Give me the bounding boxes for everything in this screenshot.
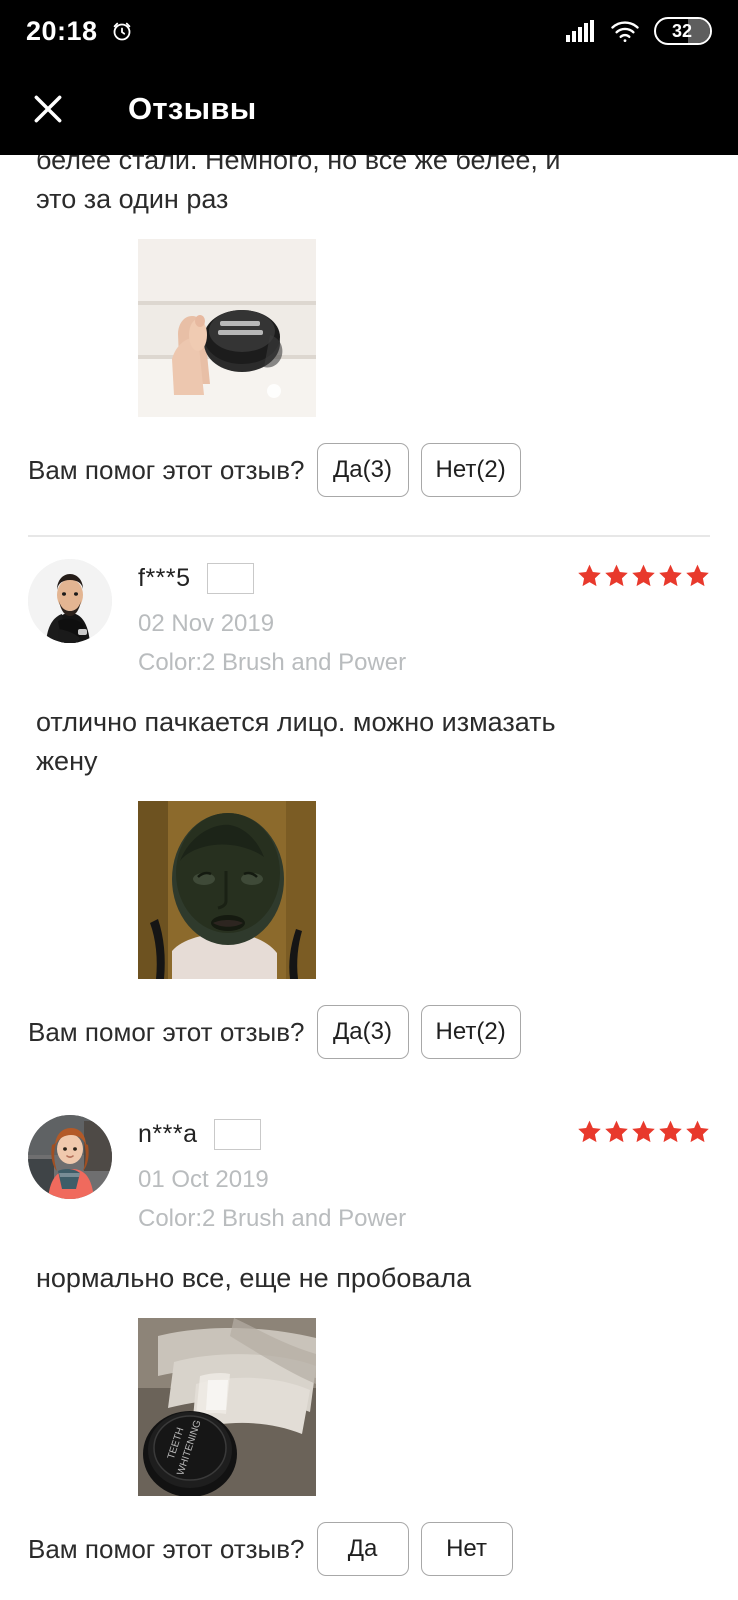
review-item: f***5 02 Nov 2019 Color:2 Brush and Powe… [0, 537, 738, 1093]
review-date: 02 Nov 2019 [138, 609, 275, 637]
review-color-option: Color:2 Brush and Power [138, 1205, 407, 1233]
russia-flag-icon [206, 562, 254, 594]
helpful-no-button[interactable]: Нет(2) [420, 1005, 521, 1060]
app-bar: Отзывы [0, 62, 738, 155]
status-bar-right: 32 [566, 17, 712, 45]
helpful-yes-button[interactable]: Да(3) [316, 1005, 409, 1060]
review-item: n***a 01 Oct 2019 Color:2 Brush and Powe… [0, 1093, 738, 1577]
star-icon [659, 564, 682, 586]
review-item: белее стали. Немного, но всё же белее, и… [0, 155, 738, 537]
review-text: белее стали. Немного, но всё же белее, и… [36, 155, 561, 215]
avatar[interactable] [28, 1115, 112, 1200]
review-text: отлично пачкается лицо. можно измазать ж… [36, 706, 556, 776]
helpful-yes-button[interactable]: Да [316, 1522, 409, 1577]
status-bar: 20:18 32 [0, 0, 738, 62]
star-icon [578, 1120, 601, 1143]
helpful-yes-button[interactable]: Да(3) [316, 443, 409, 498]
review-date: 01 Oct 2019 [138, 1166, 269, 1194]
reviews-scroll-area[interactable]: белее стали. Немного, но всё же белее, и… [0, 155, 738, 1600]
alarm-clock-icon [110, 19, 134, 43]
review-header: f***5 02 Nov 2019 Color:2 Brush and Powe… [28, 537, 710, 677]
review-spacer [28, 1059, 710, 1093]
russia-flag-icon [213, 1119, 261, 1151]
star-icon [578, 564, 601, 586]
helpful-row: Вам помог этот отзыв? Да(3) Нет(2) [28, 443, 710, 498]
rating-stars [577, 1119, 710, 1144]
battery-level-label: 32 [671, 21, 693, 41]
review-photo[interactable] [138, 801, 316, 980]
star-icon [605, 1120, 628, 1143]
reviewer-name: f***5 [138, 563, 191, 592]
status-bar-left: 20:18 [26, 16, 134, 47]
helpful-no-button[interactable]: Нет [420, 1522, 513, 1577]
review-color-option: Color:2 Brush and Power [138, 648, 407, 676]
helpful-no-button[interactable]: Нет(2) [420, 443, 521, 498]
close-icon[interactable] [28, 89, 68, 129]
page-title: Отзывы [128, 90, 257, 126]
star-icon [605, 564, 628, 586]
review-photo[interactable] [138, 239, 316, 418]
helpful-question: Вам помог этот отзыв? [28, 454, 305, 485]
star-icon [686, 1120, 709, 1143]
review-header: n***a 01 Oct 2019 Color:2 Brush and Powe… [28, 1093, 710, 1233]
star-icon [632, 1120, 655, 1143]
rating-stars [577, 563, 710, 588]
helpful-question: Вам помог этот отзыв? [28, 1533, 305, 1564]
review-text: нормально все, еще не пробовала [36, 1263, 472, 1294]
battery-indicator: 32 [654, 17, 712, 45]
star-icon [686, 564, 709, 586]
reviewer-name: n***a [138, 1120, 198, 1149]
review-photo[interactable]: TEETH WHITENING [138, 1318, 316, 1497]
helpful-row: Вам помог этот отзыв? Да(3) Нет(2) [28, 1005, 710, 1060]
star-icon [659, 1120, 682, 1143]
wifi-icon [610, 20, 640, 43]
cellular-signal-icon [566, 20, 596, 42]
helpful-question: Вам помог этот отзыв? [28, 1016, 305, 1047]
helpful-row: Вам помог этот отзыв? Да Нет [28, 1522, 710, 1577]
star-icon [632, 564, 655, 586]
avatar[interactable] [28, 558, 112, 643]
status-time: 20:18 [26, 15, 98, 46]
